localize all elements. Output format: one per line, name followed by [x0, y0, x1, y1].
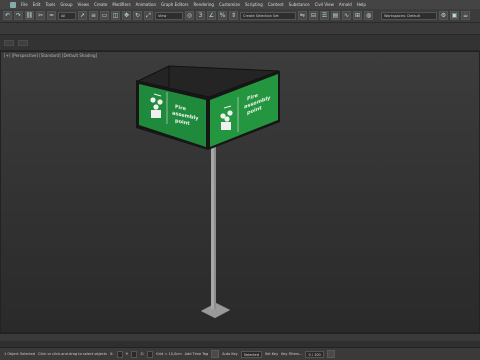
z-coordinate-field[interactable] — [147, 350, 154, 358]
status-bar: 1 Object Selected Click or click-and-dra… — [0, 347, 480, 360]
undo-icon[interactable]: ↶ — [3, 11, 12, 20]
key-filters-button[interactable]: Key Filters... — [281, 352, 302, 356]
mirror-icon[interactable]: ⇋ — [298, 11, 307, 20]
frame-counter[interactable]: 0 / 100 — [305, 350, 324, 358]
auto-key-icon[interactable] — [211, 350, 220, 358]
menu-modifiers[interactable]: Modifiers — [112, 0, 130, 9]
x-coordinate-field[interactable] — [116, 350, 123, 358]
select-by-name-icon[interactable]: ≡ — [89, 11, 98, 20]
move-icon[interactable]: ✥ — [122, 11, 131, 20]
angle-snap-icon[interactable]: ∠ — [207, 11, 216, 20]
scene-canvas[interactable]: Fire assembly point Fire assembly point — [1, 52, 480, 333]
app-logo-icon[interactable] — [10, 1, 16, 8]
percent-snap-icon[interactable]: % — [218, 11, 227, 20]
selection-set-field[interactable]: Create Selection Set — [240, 11, 296, 20]
add-time-tag[interactable]: Add Time Tag — [185, 352, 209, 356]
menu-rendering[interactable]: Rendering — [194, 0, 214, 9]
menu-content[interactable]: Content — [268, 0, 284, 9]
menu-group[interactable]: Group — [60, 0, 72, 9]
menu-bar: File Edit Tools Group Views Create Modif… — [0, 0, 480, 9]
render-production-icon[interactable]: ☕ — [461, 11, 470, 20]
ribbon-panel — [0, 35, 480, 51]
menu-graph-editors[interactable]: Graph Editors — [161, 0, 188, 9]
select-object-icon[interactable]: ➚ — [78, 11, 87, 20]
menu-scripting[interactable]: Scripting — [245, 0, 263, 9]
menu-customize[interactable]: Customize — [219, 0, 240, 9]
selection-filter-dropdown[interactable]: All — [58, 11, 76, 20]
menu-file[interactable]: File — [21, 0, 28, 9]
spinner-snap-icon[interactable]: ⇕ — [229, 11, 238, 20]
menu-help[interactable]: Help — [357, 0, 366, 9]
rectangle-selection-icon[interactable]: ▭ — [100, 11, 109, 20]
set-key-label[interactable]: Set Key — [265, 352, 278, 356]
selection-status: 1 Object Selected — [4, 352, 36, 356]
toggle-ribbon-icon[interactable]: ▤ — [331, 11, 340, 20]
rendered-frame-icon[interactable]: ▣ — [450, 11, 459, 20]
menu-civil-view[interactable]: Civil View — [315, 0, 334, 9]
z-coordinate-label: Z: — [140, 352, 145, 356]
pole-shade — [214, 145, 216, 309]
auto-key-label[interactable]: Auto Key — [222, 352, 238, 356]
schematic-view-icon[interactable]: ⊞ — [353, 11, 362, 20]
menu-views[interactable]: Views — [78, 0, 90, 9]
y-coordinate-label: Y: — [125, 352, 129, 356]
material-editor-icon[interactable]: ◍ — [364, 11, 373, 20]
ribbon-button[interactable] — [18, 39, 28, 46]
ribbon-button[interactable] — [4, 39, 14, 46]
menu-edit[interactable]: Edit — [33, 0, 41, 9]
key-mode-dropdown[interactable]: Selected — [240, 350, 262, 358]
menu-substance[interactable]: Substance — [289, 0, 310, 9]
align-icon[interactable]: ⊟ — [309, 11, 318, 20]
unlink-icon[interactable]: ✂ — [36, 11, 45, 20]
window-crossing-icon[interactable]: ◫ — [111, 11, 120, 20]
pivot-center-icon[interactable]: ◎ — [185, 11, 194, 20]
menu-tools[interactable]: Tools — [45, 0, 55, 9]
time-slider[interactable] — [0, 333, 480, 341]
menu-arnold[interactable]: Arnold — [339, 0, 352, 9]
bind-space-warp-icon[interactable]: ≈ — [47, 11, 56, 20]
scale-icon[interactable]: ⤢ — [144, 11, 153, 20]
snap-toggle-icon[interactable]: 3 — [196, 11, 205, 20]
link-icon[interactable]: ⛓ — [25, 11, 34, 20]
rotate-icon[interactable]: ↻ — [133, 11, 142, 20]
perspective-viewport[interactable]: [+] [Perspective] [Standard] [Default Sh… — [0, 51, 480, 333]
reference-coordinate-dropdown[interactable]: View — [155, 11, 183, 20]
workspace-dropdown[interactable]: Workspaces: Default — [381, 11, 437, 20]
play-icon[interactable] — [326, 350, 335, 358]
prompt-line: Click or click-and-drag to select object… — [38, 352, 107, 356]
menu-animation[interactable]: Animation — [136, 0, 156, 9]
x-coordinate-label: X: — [110, 352, 114, 356]
grid-size-text: Grid = 10,0cm — [156, 352, 182, 356]
render-setup-icon[interactable]: ⚙ — [439, 11, 448, 20]
y-coordinate-field[interactable] — [131, 350, 138, 358]
main-toolbar: ↶ ↷ ⛓ ✂ ≈ All ➚ ≡ ▭ ◫ ✥ ↻ ⤢ View ◎ 3 ∠ %… — [0, 9, 480, 23]
menu-create[interactable]: Create — [94, 0, 107, 9]
layer-explorer-icon[interactable]: ☰ — [320, 11, 329, 20]
curve-editor-icon[interactable]: ∿ — [342, 11, 351, 20]
redo-icon[interactable]: ↷ — [14, 11, 23, 20]
ribbon-tabs — [0, 23, 480, 35]
